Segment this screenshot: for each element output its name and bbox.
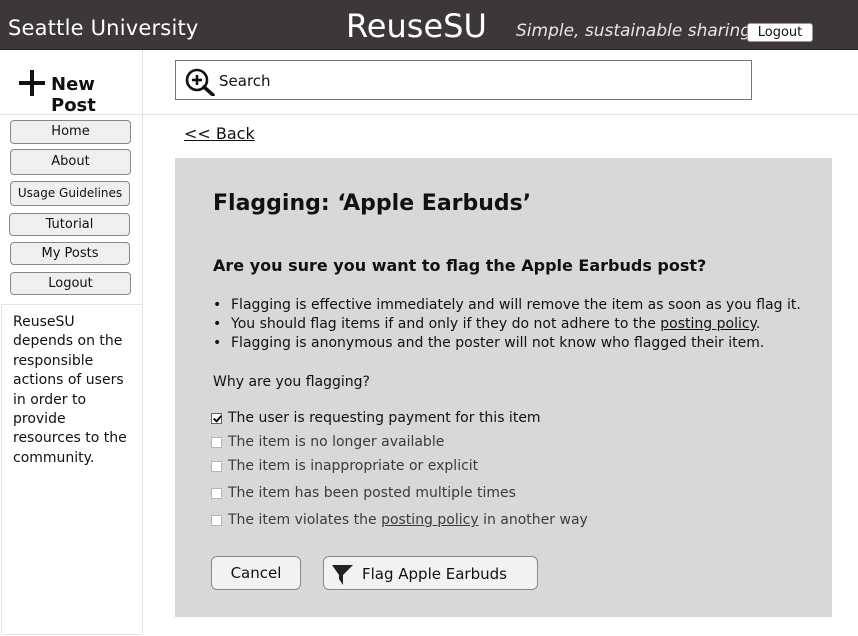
magnify-plus-icon [185,68,215,96]
page-title: Flagging: ‘Apple Earbuds’ [213,191,532,216]
university-name: Seattle University [8,16,199,40]
back-link[interactable]: << Back [184,124,255,143]
reason-label: The item is no longer available [228,434,445,450]
search-input[interactable]: Search [175,60,752,100]
list-item: • Flagging is effective immediately and … [213,297,813,316]
flag-button-label: Flag Apple Earbuds [362,565,507,583]
reason-checkbox[interactable] [211,488,222,499]
confirm-question: Are you sure you want to flag the Apple … [213,256,707,275]
brand-title[interactable]: ReuseSU [346,7,487,45]
sidebar-nav: Home About Usage Guidelines Tutorial My … [0,115,143,304]
tagline: Simple, sustainable sharing [516,21,752,41]
posting-policy-link[interactable]: posting policy [660,316,756,332]
bullet-text: Flagging is anonymous and the poster wil… [231,335,765,351]
flag-funnel-icon [332,565,353,585]
sidebar-item-logout[interactable]: Logout [10,272,131,295]
info-box: ReuseSU depends on the responsible actio… [1,304,143,635]
info-bullets: • Flagging is effective immediately and … [213,297,813,354]
reason-checkbox[interactable] [211,461,222,472]
top-bar: New Post Search [0,50,858,116]
sidebar-item-tutorial[interactable]: Tutorial [9,213,130,236]
sidebar-item-about[interactable]: About [10,149,131,175]
flag-panel: Flagging: ‘Apple Earbuds’ Are you sure y… [175,158,832,617]
reason-checkbox[interactable] [211,413,222,424]
reason-label: The user is requesting payment for this … [228,410,541,426]
info-text: ReuseSU depends on the responsible actio… [13,314,127,466]
bullet-text: Flagging is effective immediately and wi… [231,297,801,313]
plus-icon [19,70,45,96]
reason-checkbox[interactable] [211,515,222,526]
list-item: • You should flag items if and only if t… [213,316,813,335]
bullet-icon: • [213,297,222,313]
new-post-label: New Post [51,74,96,116]
sidebar-item-my-posts[interactable]: My Posts [10,242,130,265]
search-label: Search [219,72,271,90]
reason-prompt: Why are you flagging? [213,374,370,390]
reason-label: The item violates the posting policy in … [228,512,588,528]
bullet-icon: • [213,316,222,332]
posting-policy-link[interactable]: posting policy [381,512,479,528]
sidebar-item-home[interactable]: Home [10,120,131,144]
reason-label: The item is inappropriate or explicit [228,458,479,474]
flag-button[interactable]: Flag Apple Earbuds [323,556,538,590]
sidebar-item-usage-guidelines[interactable]: Usage Guidelines [10,181,130,206]
bullet-text: You should flag items if and only if the… [231,316,760,332]
header-logout-button[interactable]: Logout [747,23,813,42]
bullet-text-suffix: . [755,316,761,332]
new-post-button[interactable]: New Post [0,50,143,116]
reason-checkbox[interactable] [211,437,222,448]
bullet-icon: • [213,335,222,351]
bullet-text-prefix: You should flag items if and only if the… [231,316,661,332]
reason-label-suffix: in another way [478,512,588,528]
reason-label: The item has been posted multiple times [228,485,516,501]
list-item: • Flagging is anonymous and the poster w… [213,335,813,354]
cancel-button[interactable]: Cancel [211,556,301,590]
app-header: Seattle University ReuseSU Simple, susta… [0,0,858,50]
reason-label-prefix: The item violates the [228,512,382,528]
